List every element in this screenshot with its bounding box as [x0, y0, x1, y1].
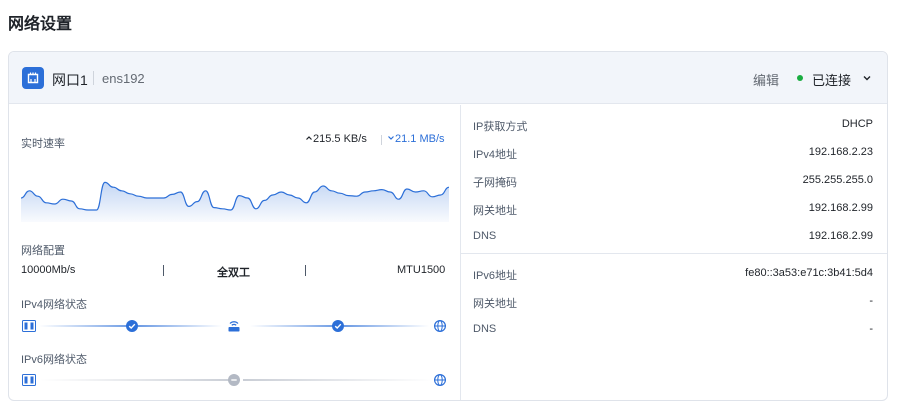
- header-separator: [93, 71, 94, 85]
- ip-method-label: IP获取方式: [473, 121, 528, 133]
- ip-method-value: DHCP: [841, 118, 873, 130]
- download-speed-value: 21.1 MB/s: [395, 133, 445, 145]
- ipv6-dns-label: DNS: [473, 323, 497, 335]
- config-separator: [163, 265, 164, 276]
- subnet-mask-value: 255.255.255.0: [802, 174, 873, 186]
- globe-icon: [434, 374, 446, 386]
- speed-sparkline-chart: [21, 181, 449, 222]
- realtime-speed-label: 实时速率: [21, 138, 65, 150]
- ipv6-disconnected-icon: [228, 374, 240, 386]
- ipv6-dns-value: -: [869, 323, 873, 335]
- server-icon: [22, 320, 36, 332]
- router-icon: [228, 321, 240, 332]
- arrow-up-icon: [306, 136, 312, 140]
- ipv6-status-label: IPv6网络状态: [21, 354, 88, 366]
- page-title: 网络设置: [8, 16, 73, 33]
- ipv6-gateway-value: -: [869, 295, 873, 307]
- ipv4-gateway-label: 网关地址: [473, 205, 517, 217]
- ipv4-address-label: IPv4地址: [473, 149, 518, 161]
- link-speed-value: 10000Mb/s: [21, 264, 76, 276]
- ipv6-address-label: IPv6地址: [473, 270, 518, 282]
- upload-speed: 215.5 KB/s: [305, 133, 367, 145]
- port-card-header: 网口1 ens192 编辑 已连接: [9, 52, 887, 104]
- ipv4-gateway-value: 192.168.2.99: [808, 202, 873, 214]
- speed-separator: [381, 135, 382, 145]
- network-port-card: 网口1 ens192 编辑 已连接 实时速率 215.5 KB/s 21.1 M…: [8, 51, 888, 401]
- ipv4-host-connected-icon: [126, 320, 138, 332]
- ethernet-port-icon: [22, 67, 44, 89]
- edit-button[interactable]: 编辑: [753, 70, 779, 89]
- globe-icon: [434, 320, 446, 332]
- download-speed: 21.1 MB/s: [387, 133, 445, 145]
- duplex-value: 全双工: [217, 267, 250, 279]
- chevron-down-icon[interactable]: [862, 72, 872, 86]
- status-dot-icon: [797, 75, 803, 81]
- mtu-value: MTU1500: [397, 264, 446, 276]
- ipv4-ipv6-divider: [461, 253, 887, 254]
- upload-speed-value: 215.5 KB/s: [313, 133, 367, 145]
- arrow-down-icon: [388, 136, 394, 140]
- ipv4-address-value: 192.168.2.23: [808, 146, 873, 158]
- network-config-label: 网络配置: [21, 245, 65, 257]
- server-icon: [22, 374, 36, 386]
- ipv6-gateway-label: 网关地址: [473, 298, 517, 310]
- port-device-name: ens192: [102, 71, 145, 86]
- config-separator: [305, 265, 306, 276]
- ipv4-gateway-connected-icon: [332, 320, 344, 332]
- connection-status: 已连接: [812, 73, 852, 88]
- port-name: 网口1: [52, 72, 88, 88]
- ipv4-dns-label: DNS: [473, 230, 497, 242]
- ipv4-status-label: IPv4网络状态: [21, 299, 88, 311]
- subnet-mask-label: 子网掩码: [473, 177, 517, 189]
- ipv6-address-value: fe80::3a53:e71c:3b41:5d4: [745, 267, 873, 279]
- ipv4-dns-value: 192.168.2.99: [808, 230, 873, 242]
